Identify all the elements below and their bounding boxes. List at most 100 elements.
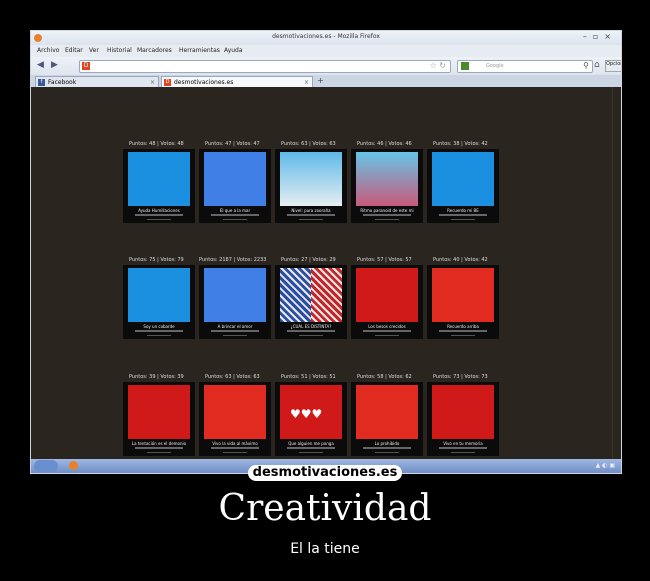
forward-icon[interactable]: ▶ [51,60,58,70]
poster-image [204,268,266,322]
home-icon[interactable]: ⌂ [594,60,600,70]
poster-image [128,152,190,206]
caption-line [439,447,487,449]
poster-card[interactable]: Nivel: pura zooraña [275,149,347,223]
caption-line [223,219,247,220]
caption-line [439,330,487,332]
site-logo: desmotivaciones.es [248,465,402,481]
poster-caption: Ayuda Humillaciones [138,208,180,213]
firefox-taskbar-icon[interactable] [69,461,78,470]
poster-caption: Vivo la vida al máximo [212,441,258,446]
vote-stats: Puntos: 73 | Votos: 73 [433,374,488,380]
poster-caption: El que a la mar [219,208,251,213]
caption-line [451,219,475,220]
caption-line [211,330,259,332]
page-content: Puntos: 48 | Votos: 48 Puntos: 47 | Voto… [31,87,621,459]
browser-screenshot: desmotivaciones.es - Mozilla Firefox –▫×… [30,30,622,474]
facebook-icon: f [38,79,45,86]
poster-caption: Soy un cobarde [143,324,175,329]
caption-line [299,452,323,453]
poster-caption: Nivel: pura zooraña [291,208,331,213]
poster-subtitle: El la tiene [290,541,360,557]
caption-line [211,447,259,449]
vote-stats: Puntos: 27 | Votos: 29 [281,257,336,263]
poster-image [432,152,494,206]
poster-card[interactable]: El que a la mar [199,149,271,223]
url-bar[interactable]: D ☆ ↻ [79,60,451,73]
menu-ver[interactable]: Ver [89,47,99,54]
poster-image [128,268,190,322]
menu-herramientas[interactable]: Herramientas [179,47,220,54]
caption-line [363,214,411,216]
bookmark-star-icon[interactable]: ☆ ↻ [430,61,446,70]
vote-stats: Puntos: 51 | Votos: 51 [281,374,336,380]
menu-editar[interactable]: Editar [65,47,83,54]
options-button[interactable]: Opciones [605,60,621,72]
poster-caption: Recuerdo mi BE [447,208,479,213]
poster-image [356,385,418,439]
start-button[interactable] [34,460,58,472]
magnifier-icon[interactable]: ⚲ [583,61,589,70]
poster-image [128,385,190,439]
poster-card[interactable]: Soy un cobarde [123,265,195,339]
menu-marcadores[interactable]: Marcadores [137,47,172,54]
poster-caption: A brincar el amor [217,324,253,329]
menu-bar: Archivo Editar Ver Historial Marcadores … [31,45,621,57]
poster-caption: Recuerdo arriba [447,324,479,329]
search-input[interactable]: Google ⚲ [457,60,593,73]
caption-line [147,219,171,220]
caption-line [375,219,399,220]
poster-card[interactable]: La tentación es el demonio [123,382,195,456]
poster-caption: Los besos crecidos [368,324,406,329]
poster-card[interactable]: ♥♥♥ Que alguien me ponga [275,382,347,456]
caption-line [299,219,323,220]
tab-bar: f Facebook × D desmotivaciones.es × + [31,75,621,87]
caption-line [287,214,335,216]
vote-stats: Puntos: 39 | Votos: 39 [129,374,184,380]
scrollbar[interactable] [612,87,621,459]
poster-card[interactable]: ¿CUÁL ES DISTINTA? [275,265,347,339]
window-controls[interactable]: –▫× [583,32,617,41]
poster-card[interactable]: Vivo en tu memoria [427,382,499,456]
title-bar: desmotivaciones.es - Mozilla Firefox –▫× [31,31,621,45]
poster-card[interactable]: Recuerdo mi BE [427,149,499,223]
system-tray-icon[interactable]: ▲ ◐ ▣ [596,462,615,469]
caption-line [451,335,475,336]
poster-card[interactable]: Ayuda Humillaciones [123,149,195,223]
poster-caption: Ritmo paranoid de este mi [360,208,414,213]
new-tab-icon[interactable]: + [317,76,324,85]
caption-line [135,447,183,449]
poster-card[interactable]: A brincar el amor [199,265,271,339]
vote-stats: Puntos: 47 | Votos: 47 [205,141,260,147]
poster-card[interactable]: Lo prohibido [351,382,423,456]
vote-stats: Puntos: 40 | Votos: 42 [433,257,488,263]
vote-stats: Puntos: 63 | Votos: 63 [205,374,260,380]
menu-ayuda[interactable]: Ayuda [224,47,243,54]
tab-facebook[interactable]: f Facebook × [35,76,159,87]
poster-caption: ¿CUÁL ES DISTINTA? [290,324,332,329]
caption-line [375,452,399,453]
caption-line [287,447,335,449]
caption-line [135,330,183,332]
poster-image [356,152,418,206]
vote-stats: Puntos: 75 | Votos: 79 [129,257,184,263]
caption-line [299,335,323,336]
red-card-half [311,268,342,322]
caption-line [135,214,183,216]
poster-card[interactable]: Ritmo paranoid de este mi [351,149,423,223]
poster-card[interactable]: Vivo la vida al máximo [199,382,271,456]
navigation-toolbar: ◀ ▶ D ☆ ↻ Google ⚲ ⌂ Opciones [31,57,621,75]
poster-card[interactable]: Recuerdo arriba [427,265,499,339]
back-icon[interactable]: ◀ [37,60,44,70]
caption-line [223,452,247,453]
poster-card[interactable]: Los besos crecidos [351,265,423,339]
search-placeholder: Google [486,63,504,69]
poster-image [204,152,266,206]
caption-line [223,335,247,336]
poster-image [280,268,342,322]
tab-desmotivaciones[interactable]: D desmotivaciones.es × [161,76,313,87]
menu-historial[interactable]: Historial [107,47,132,54]
search-engine-icon[interactable] [461,62,469,70]
menu-archivo[interactable]: Archivo [37,47,59,54]
vote-stats: Puntos: 58 | Votos: 62 [357,374,412,380]
